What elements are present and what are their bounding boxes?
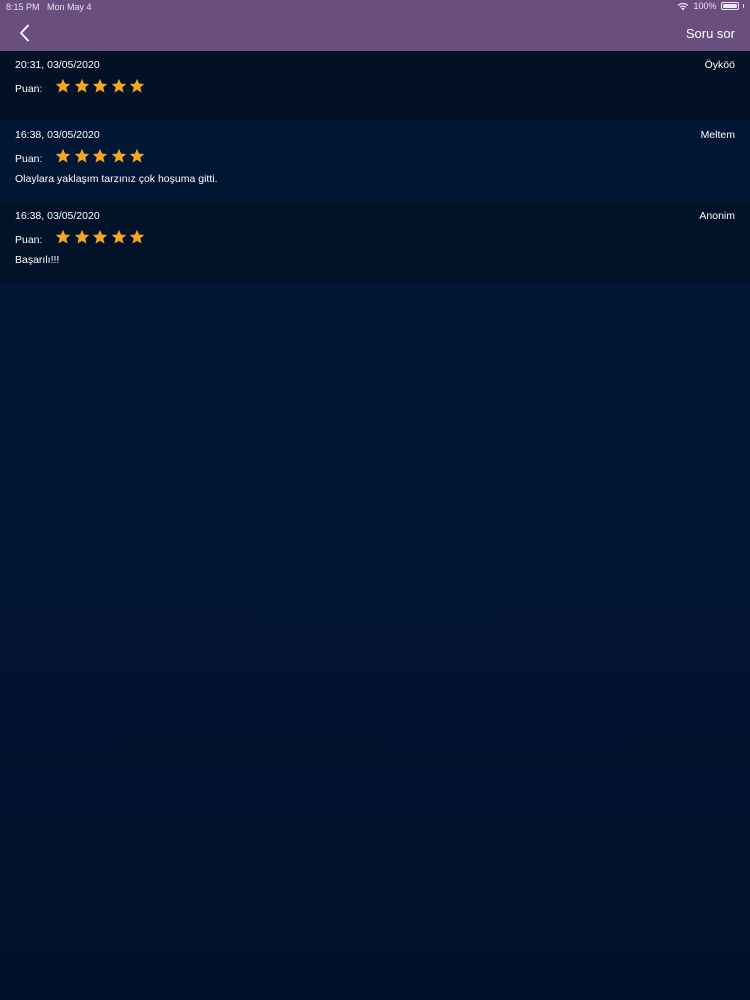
- review-date: 16:38, 03/05/2020: [15, 210, 100, 222]
- status-bar: 8:15 PM Mon May 4 100%: [0, 0, 750, 14]
- battery-icon: [720, 2, 739, 10]
- star-rating: [55, 148, 145, 164]
- ask-question-button[interactable]: Soru sor: [686, 26, 735, 41]
- star-icon: [129, 78, 145, 93]
- review-text: Olaylara yaklaşım tarzınız çok hoşuma gi…: [15, 173, 218, 185]
- back-button[interactable]: [14, 22, 34, 44]
- star-icon: [92, 229, 108, 244]
- status-right: 100%: [677, 1, 744, 11]
- nav-header: 8:15 PM Mon May 4 100% Soru sor: [0, 0, 750, 51]
- star-icon: [129, 229, 145, 244]
- star-rating: [55, 229, 145, 245]
- rating-label: Puan:: [15, 153, 43, 165]
- review-author: Öyköö: [704, 59, 735, 71]
- star-icon: [74, 78, 89, 93]
- rating-label: Puan:: [15, 83, 43, 95]
- review-item: 16:38, 03/05/2020 Anonim Puan: Başarılı!…: [0, 202, 750, 284]
- review-item: 20:31, 03/05/2020 Öyköö Puan:: [0, 51, 750, 121]
- review-list: 20:31, 03/05/2020 Öyköö Puan: 16:38, 03/…: [0, 51, 750, 284]
- star-icon: [92, 78, 108, 93]
- review-author: Meltem: [700, 129, 735, 141]
- star-icon: [92, 148, 108, 163]
- rating-label: Puan:: [15, 234, 43, 246]
- battery-percent: 100%: [693, 1, 717, 11]
- star-icon: [111, 78, 126, 93]
- star-icon: [74, 148, 89, 163]
- review-date: 20:31, 03/05/2020: [15, 59, 100, 71]
- review-item: 16:38, 03/05/2020 Meltem Puan: Olaylara …: [0, 121, 750, 202]
- star-icon: [55, 78, 71, 93]
- status-time: 8:15 PM: [6, 2, 40, 12]
- star-icon: [111, 148, 126, 163]
- status-date: Mon May 4: [47, 2, 92, 12]
- review-date: 16:38, 03/05/2020: [15, 129, 100, 141]
- star-icon: [55, 229, 71, 244]
- chevron-left-icon: [19, 24, 29, 42]
- battery-nub: [742, 4, 744, 8]
- review-author: Anonim: [699, 210, 735, 222]
- review-text: Başarılı!!!: [15, 254, 60, 266]
- star-icon: [55, 148, 71, 163]
- star-icon: [111, 229, 126, 244]
- star-icon: [74, 229, 89, 244]
- star-rating: [55, 78, 145, 94]
- star-icon: [129, 148, 145, 163]
- wifi-icon: [678, 2, 689, 10]
